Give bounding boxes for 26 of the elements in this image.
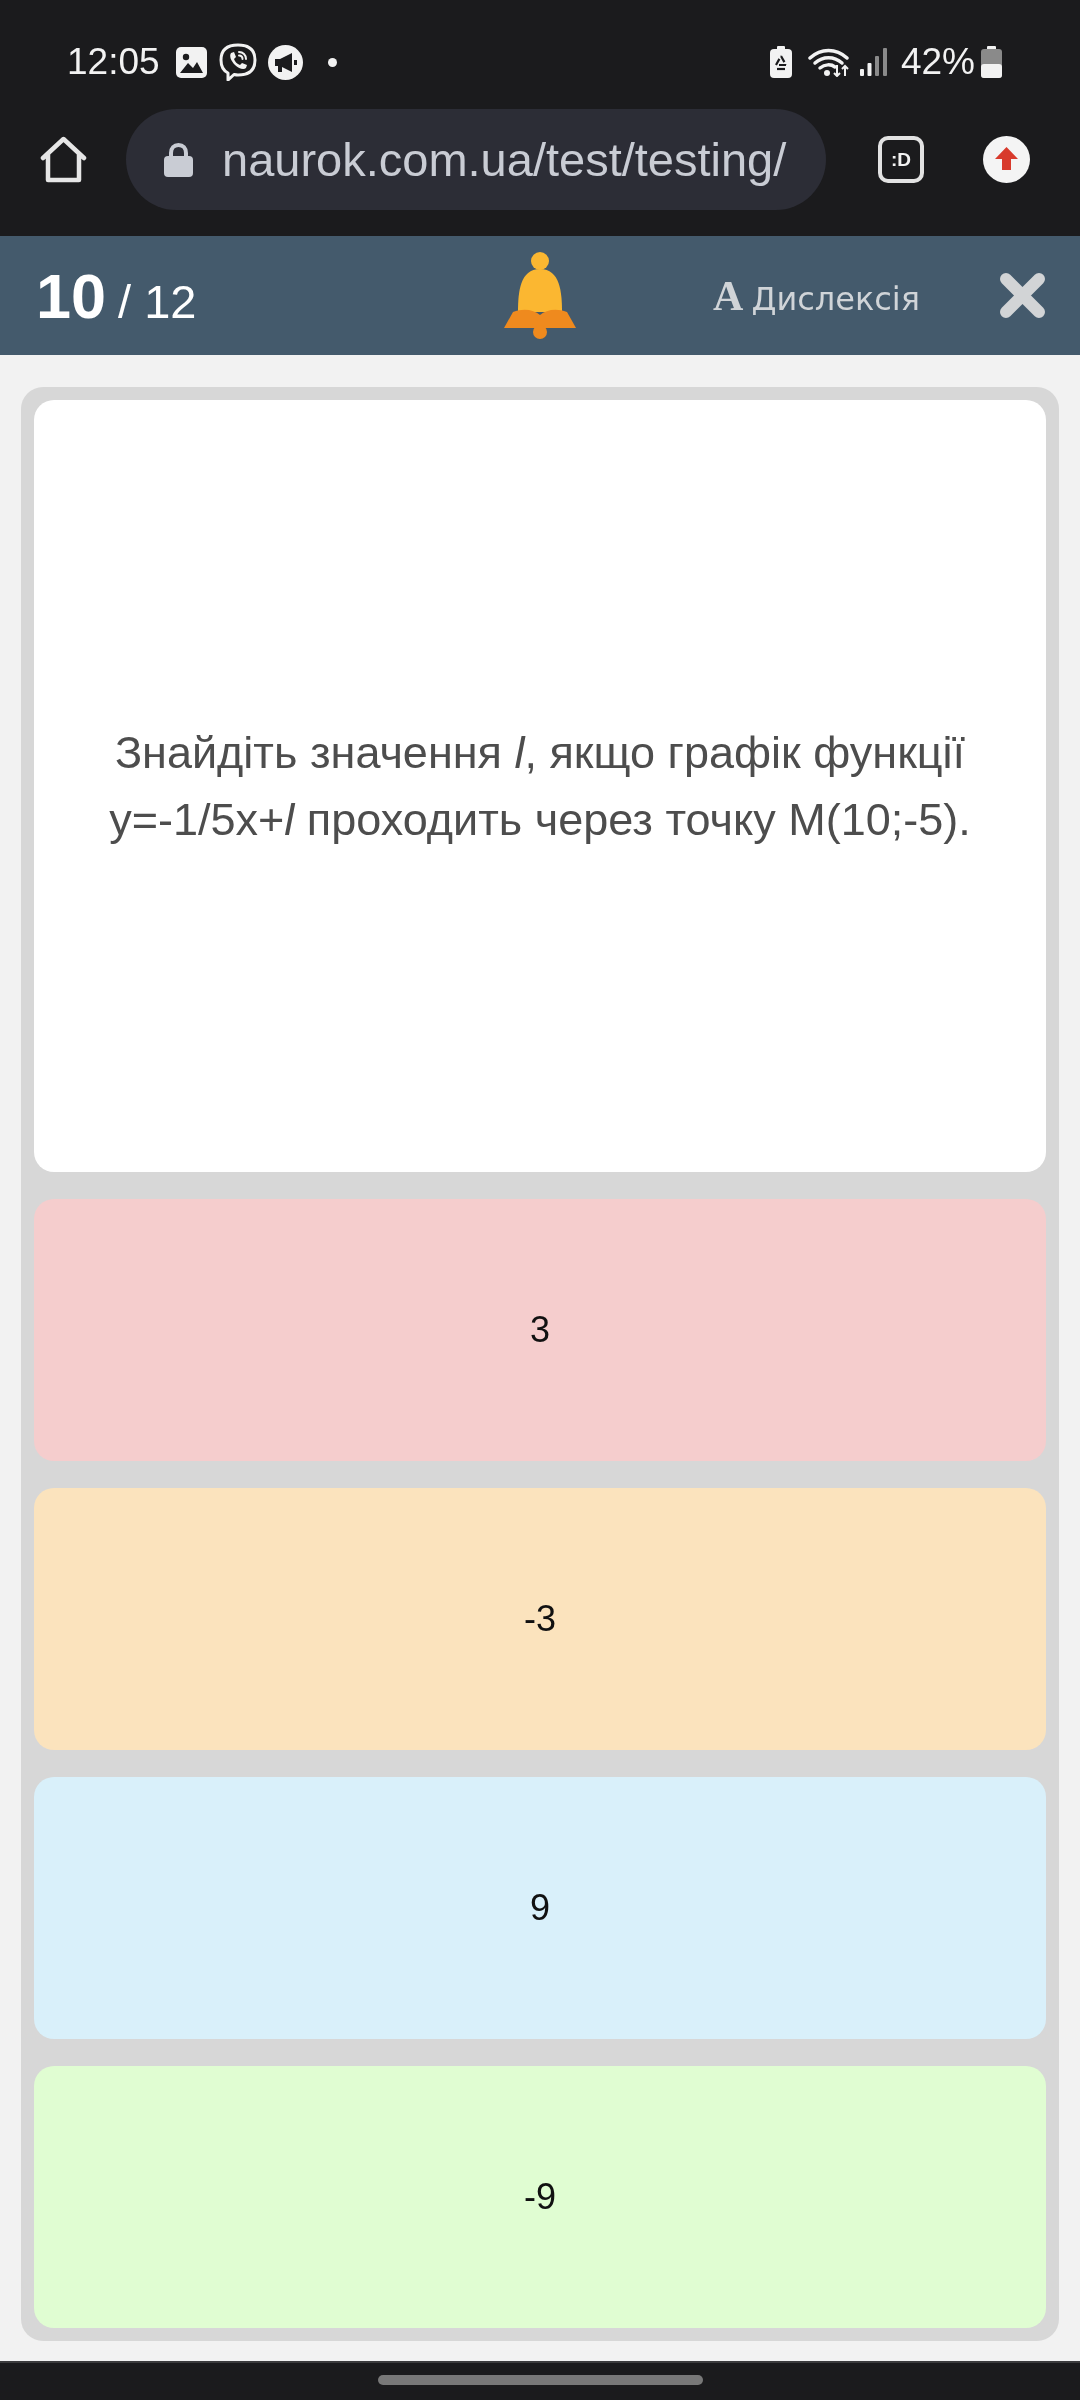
question-text: Знайдіть значення l, якщо графік функції y=-1/5x+l проходить через точку M(10;-5). <box>108 726 972 847</box>
current-question-number: 10 <box>36 259 107 332</box>
gesture-handle[interactable] <box>377 2375 703 2385</box>
battery-saver-icon <box>769 46 792 78</box>
answer-option[interactable]: -9 <box>34 2066 1046 2328</box>
extension-button[interactable]: :D <box>878 136 924 183</box>
battery-percentage: 42% <box>900 41 975 83</box>
notification-dot-icon <box>327 57 337 67</box>
answer-option[interactable]: -3 <box>34 1488 1046 1750</box>
battery-icon <box>981 46 1002 78</box>
answer-option[interactable]: 3 <box>34 1199 1046 1461</box>
lock-icon <box>164 142 193 177</box>
bell-icon <box>504 251 576 340</box>
close-icon <box>1000 273 1045 318</box>
status-time: 12:05 <box>67 41 160 83</box>
phone-chat-icon <box>218 43 257 81</box>
megaphone-icon <box>267 44 303 80</box>
home-icon[interactable] <box>40 136 87 183</box>
wifi-icon <box>807 47 849 77</box>
address-bar[interactable]: naurok.com.ua/test/testing/ <box>126 109 826 210</box>
image-icon <box>175 46 207 78</box>
answer-option[interactable]: 9 <box>34 1777 1046 2039</box>
question-total: / 12 <box>118 273 197 329</box>
close-button[interactable] <box>1000 273 1045 318</box>
dyslexia-button[interactable]: A Дислексія <box>713 271 920 320</box>
signal-icon <box>859 48 887 76</box>
